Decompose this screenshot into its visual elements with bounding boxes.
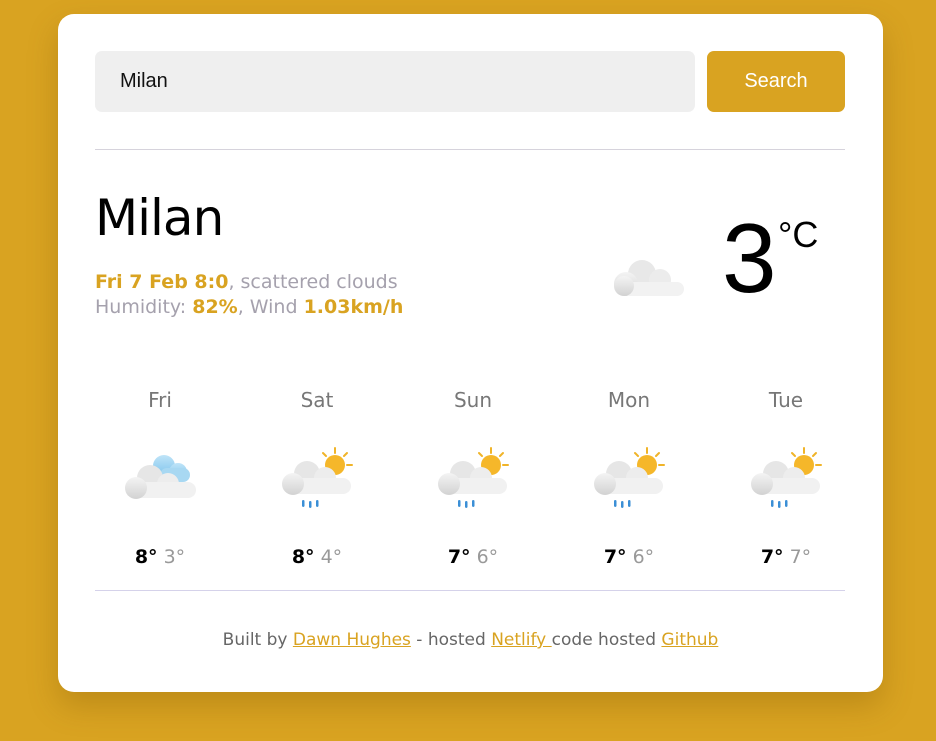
author-link[interactable]: Dawn Hughes (293, 630, 411, 650)
footer: Built by Dawn Hughes - hosted Netlify co… (58, 630, 883, 650)
forecast-max: 8° (291, 546, 315, 568)
forecast-min: 6° (476, 546, 499, 568)
humidity-label: Humidity: (95, 296, 193, 318)
forecast-day: Sun 7° 6° (408, 384, 538, 568)
footer-hosted: - hosted (410, 630, 492, 650)
forecast-day-name: Tue (768, 388, 804, 412)
forecast-day-name: Mon (607, 388, 651, 412)
forecast-day: Fri 8° 3° (95, 384, 225, 568)
netlify-link[interactable]: Netlify (491, 630, 551, 650)
divider (95, 590, 845, 591)
search-button[interactable]: Search (707, 51, 845, 112)
current-temperature: 3 (722, 203, 777, 313)
sun-rain-icon (594, 447, 665, 508)
forecast-day: Sat 8° 4° (252, 384, 382, 568)
footer-built-by: Built by (222, 630, 293, 650)
forecast-temps: 7° 7° (721, 546, 851, 568)
forecast-max: 7° (447, 546, 471, 568)
current-details: Fri 7 Feb 8:0, scattered clouds Humidity… (95, 270, 403, 320)
scattered-clouds-icon (614, 260, 684, 296)
forecast-min: 3° (163, 546, 186, 568)
forecast-max: 7° (603, 546, 627, 568)
current-datetime: Fri 7 Feb 8:0 (95, 271, 229, 293)
city-name: Milan (95, 189, 224, 247)
forecast-max: 8° (134, 546, 158, 568)
search-input[interactable] (95, 51, 695, 112)
sun-rain-icon (282, 447, 353, 508)
weather-description: , scattered clouds (228, 271, 398, 293)
humidity-wind-line: Humidity: 82%, Wind 1.03km/h (95, 295, 403, 320)
search-form: Search (95, 51, 845, 112)
github-link[interactable]: Github (661, 630, 718, 650)
forecast: Fri 8° 3° Sat 8° 4° Sun 7° 6° Mon 7° 6° … (95, 384, 845, 584)
broken-clouds-icon (125, 455, 196, 499)
date-description-line: Fri 7 Feb 8:0, scattered clouds (95, 270, 403, 295)
temperature-unit: °C (778, 214, 819, 255)
forecast-day: Tue 7° 7° (721, 384, 851, 568)
forecast-max: 7° (760, 546, 784, 568)
weather-card: Search Milan Fri 7 Feb 8:0, scattered cl… (58, 14, 883, 692)
forecast-day: Mon 7° 6° (564, 384, 694, 568)
divider (95, 149, 845, 150)
forecast-temps: 7° 6° (408, 546, 538, 568)
footer-code-hosted: code hosted (551, 630, 662, 650)
forecast-temps: 8° 3° (95, 546, 225, 568)
forecast-day-name: Sat (300, 388, 334, 412)
forecast-min: 4° (320, 546, 343, 568)
wind-label: , Wind (237, 296, 304, 318)
forecast-temps: 8° 4° (252, 546, 382, 568)
forecast-temps: 7° 6° (564, 546, 694, 568)
forecast-min: 6° (632, 546, 655, 568)
sun-rain-icon (751, 447, 822, 508)
forecast-min: 7° (789, 546, 812, 568)
forecast-day-name: Fri (148, 388, 172, 412)
forecast-day-name: Sun (453, 388, 493, 412)
humidity-value: 82% (192, 296, 238, 318)
wind-value: 1.03km/h (303, 296, 404, 318)
sun-rain-icon (438, 447, 509, 508)
